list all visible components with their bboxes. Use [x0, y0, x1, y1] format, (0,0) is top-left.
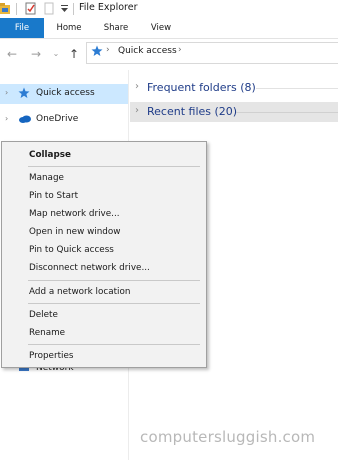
sidebar-item-onedrive[interactable]: › OneDrive: [0, 110, 128, 130]
title-bar: File Explorer: [0, 0, 338, 18]
menu-separator: [28, 303, 200, 304]
up-button[interactable]: ↑: [66, 45, 82, 63]
menu-item-delete[interactable]: Delete: [29, 310, 58, 320]
context-menu: Collapse Manage Pin to Start Map network…: [1, 141, 207, 368]
menu-item-properties[interactable]: Properties: [29, 351, 73, 361]
properties-icon[interactable]: [25, 2, 37, 15]
menu-separator: [28, 344, 200, 345]
group-recent-files[interactable]: › Recent files (20): [130, 102, 338, 122]
address-path[interactable]: Quick access: [118, 46, 177, 56]
chevron-right-icon[interactable]: ›: [135, 81, 139, 92]
new-folder-icon[interactable]: [44, 2, 54, 15]
group-divider: [236, 112, 338, 113]
group-divider: [256, 88, 338, 89]
watermark: computersluggish.com: [140, 428, 316, 446]
chevron-right-icon[interactable]: ›: [5, 114, 8, 123]
sidebar-item-label: OneDrive: [36, 114, 79, 124]
menu-item-rename[interactable]: Rename: [29, 328, 65, 338]
menu-item-pin-to-start[interactable]: Pin to Start: [29, 191, 78, 201]
tab-share[interactable]: Share: [96, 18, 136, 38]
menu-item-add-network-location[interactable]: Add a network location: [29, 287, 130, 297]
window-title: File Explorer: [79, 2, 138, 13]
ribbon-tabs: File Home Share View: [0, 18, 338, 39]
menu-separator: [28, 280, 200, 281]
separator: [16, 3, 17, 15]
folder-icon[interactable]: [0, 2, 10, 15]
sidebar-item-label: Quick access: [36, 88, 95, 98]
tab-view[interactable]: View: [142, 18, 180, 38]
chevron-right-icon[interactable]: ›: [135, 105, 139, 116]
menu-item-disconnect-network-drive[interactable]: Disconnect network drive...: [29, 263, 150, 273]
menu-item-manage[interactable]: Manage: [29, 173, 64, 183]
menu-item-map-network-drive[interactable]: Map network drive...: [29, 209, 120, 219]
cloud-icon: [19, 115, 31, 123]
tab-home[interactable]: Home: [50, 18, 88, 38]
chevron-right-icon[interactable]: ›: [5, 88, 8, 97]
separator: [73, 3, 74, 15]
group-frequent-folders[interactable]: › Frequent folders (8): [130, 78, 338, 98]
forward-button[interactable]: →: [28, 45, 44, 63]
quick-access-star-icon: [91, 45, 103, 56]
star-icon: [18, 87, 30, 98]
menu-item-pin-to-quick-access[interactable]: Pin to Quick access: [29, 245, 114, 255]
recent-locations-button[interactable]: ⌄: [48, 45, 64, 63]
back-button[interactable]: ←: [4, 45, 20, 63]
menu-separator: [28, 166, 200, 167]
sidebar-item-quick-access[interactable]: › Quick access: [0, 84, 128, 104]
tab-file[interactable]: File: [0, 18, 44, 38]
customize-toolbar-icon[interactable]: [60, 2, 69, 15]
group-label: Frequent folders (8): [147, 81, 256, 94]
menu-item-open-in-new-window[interactable]: Open in new window: [29, 227, 120, 237]
chevron-right-icon[interactable]: ›: [178, 45, 182, 55]
menu-item-collapse[interactable]: Collapse: [29, 150, 71, 160]
group-label: Recent files (20): [147, 105, 238, 118]
chevron-right-icon[interactable]: ›: [106, 45, 110, 55]
